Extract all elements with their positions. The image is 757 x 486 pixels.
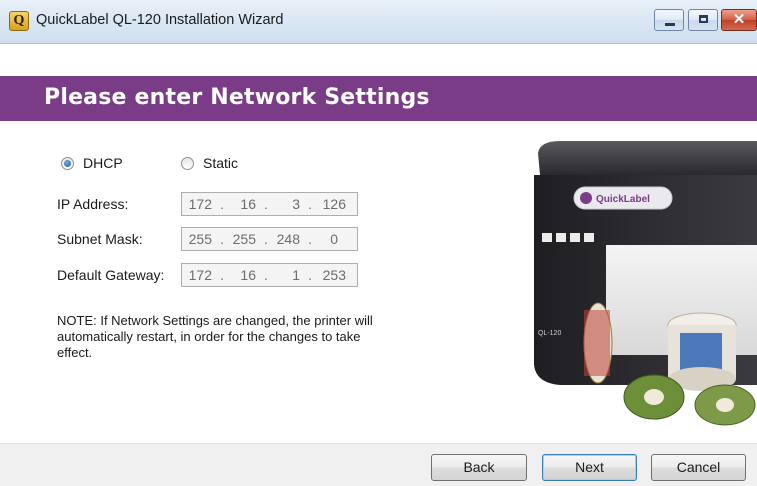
static-radio-indicator[interactable] xyxy=(181,156,194,170)
back-button[interactable]: Back xyxy=(431,454,527,481)
subnet-octet-4: 0 xyxy=(330,231,338,247)
ip-dot: . xyxy=(264,196,268,212)
subnet-octet-2: 255 xyxy=(232,231,256,247)
label-roll-left-core xyxy=(644,389,664,405)
subnet-octet-3: 248 xyxy=(276,231,300,247)
subnet-mask-label: Subnet Mask: xyxy=(57,231,143,247)
label-roll-artwork xyxy=(680,333,722,373)
model-label: QL-120 xyxy=(538,330,561,337)
printer-button xyxy=(542,233,552,242)
output-roll-labels xyxy=(584,310,610,376)
title-bar: Q QuickLabel QL-120 Installation Wizard … xyxy=(0,0,757,44)
maximize-button[interactable] xyxy=(688,9,718,31)
label-roll-right-core xyxy=(716,398,734,412)
ip-octet-2: 16 xyxy=(240,196,256,212)
minimize-icon xyxy=(665,23,675,26)
ip-dot: . xyxy=(220,196,224,212)
ip-octet-1: 172 xyxy=(188,196,212,212)
static-radio-label: Static xyxy=(203,155,239,171)
gateway-octet-1: 172 xyxy=(188,267,212,283)
next-button[interactable]: Next xyxy=(542,454,637,481)
ip-address-label: IP Address: xyxy=(57,196,129,212)
default-gateway-field[interactable]: 172 . 16 . 1 . 253 xyxy=(181,263,358,287)
subnet-mask-field[interactable]: 255 . 255 . 248 . 0 xyxy=(181,227,358,251)
gateway-dot: . xyxy=(264,267,268,283)
brand-logo-mark xyxy=(580,192,592,204)
printer-button xyxy=(584,233,594,242)
printer-button xyxy=(570,233,580,242)
minimize-button[interactable] xyxy=(654,9,684,31)
printer-image: QuickLabel QL-120 xyxy=(534,141,757,426)
printer-button xyxy=(556,233,566,242)
ip-address-field[interactable]: 172 . 16 . 3 . 126 xyxy=(181,192,358,216)
footer-bar xyxy=(0,443,757,486)
ip-octet-4: 126 xyxy=(322,196,346,212)
subnet-dot: . xyxy=(220,231,224,247)
subnet-octet-1: 255 xyxy=(188,231,212,247)
cancel-button[interactable]: Cancel xyxy=(651,454,746,481)
page-title: Please enter Network Settings xyxy=(44,85,430,110)
app-icon: Q xyxy=(9,11,29,31)
brand-name: QuickLabel xyxy=(596,194,650,205)
restart-note: NOTE: If Network Settings are changed, t… xyxy=(57,313,373,360)
gateway-dot: . xyxy=(220,267,224,283)
static-radio[interactable]: Static xyxy=(181,155,238,171)
close-button[interactable]: ✕ xyxy=(721,9,757,31)
subnet-dot: . xyxy=(264,231,268,247)
ip-dot: . xyxy=(308,196,312,212)
close-icon: ✕ xyxy=(732,11,746,28)
printer-lid xyxy=(538,141,757,175)
gateway-octet-2: 16 xyxy=(240,267,256,283)
default-gateway-label: Default Gateway: xyxy=(57,267,165,283)
gateway-octet-3: 1 xyxy=(292,267,300,283)
header-banner: Please enter Network Settings xyxy=(0,76,757,121)
maximize-icon xyxy=(699,15,708,23)
window-title: QuickLabel QL-120 Installation Wizard xyxy=(36,12,284,28)
dhcp-radio-label: DHCP xyxy=(83,155,123,171)
dhcp-radio[interactable]: DHCP xyxy=(61,155,123,171)
ip-octet-3: 3 xyxy=(292,196,300,212)
gateway-octet-4: 253 xyxy=(322,267,346,283)
dhcp-radio-indicator[interactable] xyxy=(61,156,74,170)
gateway-dot: . xyxy=(308,267,312,283)
